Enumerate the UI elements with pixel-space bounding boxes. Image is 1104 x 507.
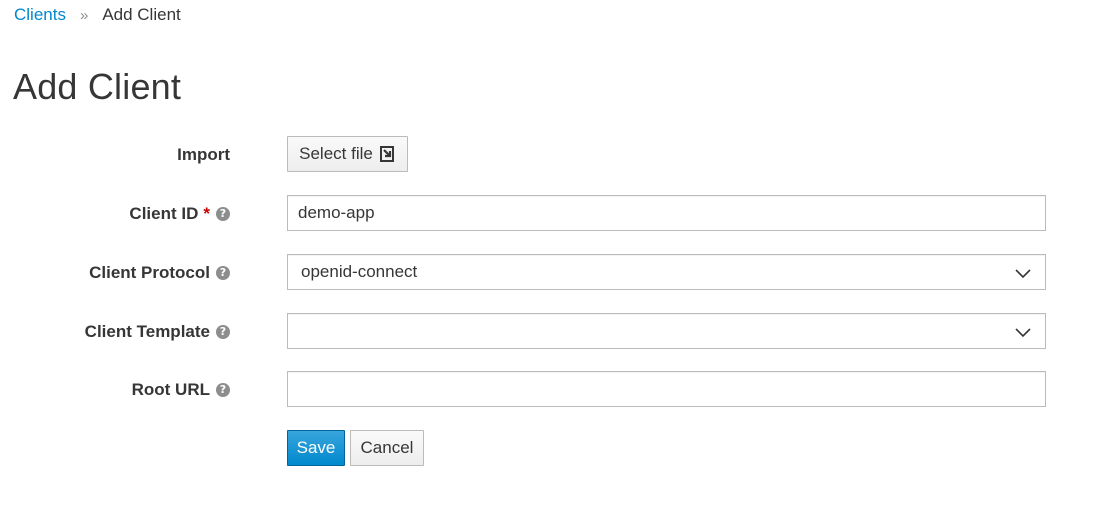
breadcrumb-separator: » [79,6,89,24]
client-template-row: Client Template ? [0,313,1104,351]
page-title: Add Client [13,66,182,107]
client-id-value: demo-app [298,203,375,222]
save-button[interactable]: Save [287,430,345,466]
breadcrumb-current: Add Client [102,5,181,24]
client-protocol-row: Client Protocol ? openid-connect [0,254,1104,292]
chevron-down-icon [1015,269,1031,279]
client-id-help-icon[interactable]: ? [216,207,230,221]
breadcrumb-clients-link[interactable]: Clients [14,5,66,25]
cancel-button[interactable]: Cancel [350,430,424,466]
root-url-help-icon[interactable]: ? [216,383,230,397]
root-url-label: Root URL [131,380,210,399]
root-url-row: Root URL ? [0,371,1104,409]
client-template-help-icon[interactable]: ? [216,325,230,339]
add-client-page: Clients » Add Client Add Client Import S… [0,0,1104,507]
root-url-input[interactable] [287,371,1046,407]
root-url-label-wrap: Root URL ? [132,371,230,409]
client-template-select[interactable] [287,313,1046,349]
client-template-label: Client Template [84,322,210,341]
select-file-label: Select file [299,144,373,163]
import-row: Import Select file [0,136,1104,174]
client-protocol-label-wrap: Client Protocol ? [89,254,230,292]
client-id-row: Client ID * ? demo-app [0,195,1104,233]
save-label: Save [296,438,336,457]
client-protocol-help-icon[interactable]: ? [216,266,230,280]
import-label: Import [177,145,230,164]
client-id-label-wrap: Client ID * ? [129,195,230,233]
client-id-input[interactable]: demo-app [287,195,1046,231]
breadcrumb: Clients » Add Client [14,4,181,26]
client-template-label-wrap: Client Template ? [85,313,230,351]
import-label-wrap: Import [177,136,230,174]
client-protocol-label: Client Protocol [89,263,210,282]
client-protocol-select[interactable]: openid-connect [287,254,1046,290]
select-file-button[interactable]: Select file [287,136,408,172]
client-protocol-selected: openid-connect [301,262,418,281]
file-import-icon [379,146,394,162]
chevron-down-icon [1015,328,1031,338]
cancel-label: Cancel [360,438,414,457]
required-indicator: * [203,204,210,223]
client-id-label: Client ID [129,204,199,223]
